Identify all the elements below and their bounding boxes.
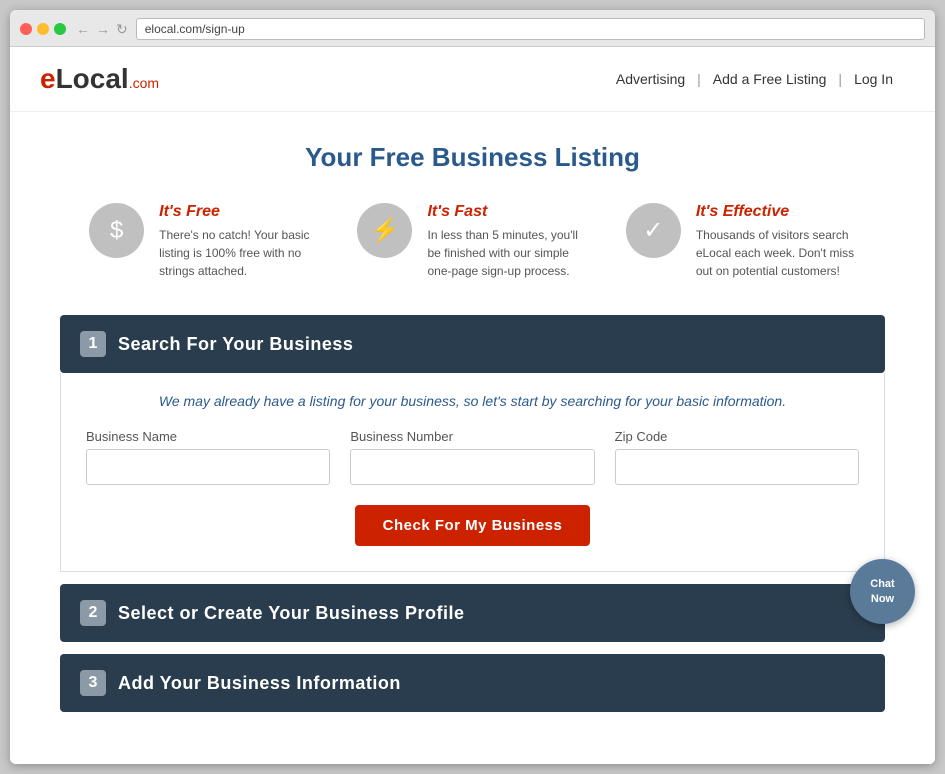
refresh-icon[interactable]: ↻: [116, 21, 128, 38]
site-nav: Advertising | Add a Free Listing | Log I…: [604, 71, 905, 87]
search-subtitle: We may already have a listing for your b…: [86, 393, 859, 409]
site-header: eLocal.com Advertising | Add a Free List…: [10, 47, 935, 112]
feature-fast-desc: In less than 5 minutes, you'll be finish…: [427, 226, 587, 280]
feature-fast-text: It's Fast In less than 5 minutes, you'll…: [427, 203, 587, 280]
feature-effective-text: It's Effective Thousands of visitors sea…: [696, 203, 856, 280]
step-1-header: 1 Search For Your Business: [60, 315, 885, 373]
browser-chrome: ← → ↻ elocal.com/sign-up: [10, 10, 935, 47]
feature-free-text: It's Free There's no catch! Your basic l…: [159, 203, 319, 280]
feature-free: $ It's Free There's no catch! Your basic…: [89, 203, 319, 280]
minimize-dot[interactable]: [37, 23, 49, 35]
step-2-number: 2: [80, 600, 106, 626]
features-row: $ It's Free There's no catch! Your basic…: [60, 203, 885, 280]
business-name-field: Business Name: [86, 429, 330, 485]
logo: eLocal.com: [40, 63, 159, 95]
step-3-title: Add Your Business Information: [118, 673, 401, 694]
page-title: Your Free Business Listing: [60, 142, 885, 173]
business-name-input[interactable]: [86, 449, 330, 485]
logo-e: e: [40, 63, 56, 94]
chat-now-label: ChatNow: [870, 577, 894, 606]
feature-effective-desc: Thousands of visitors search eLocal each…: [696, 226, 856, 280]
zip-code-input[interactable]: [615, 449, 859, 485]
main-content: Your Free Business Listing $ It's Free T…: [10, 112, 935, 764]
step-3-header: 3 Add Your Business Information: [60, 654, 885, 712]
business-number-field: Business Number: [350, 429, 594, 485]
add-listing-link[interactable]: Add a Free Listing: [701, 71, 839, 87]
advertising-link[interactable]: Advertising: [604, 71, 697, 87]
address-bar[interactable]: elocal.com/sign-up: [136, 18, 925, 40]
feature-free-title: It's Free: [159, 203, 319, 221]
zip-code-label: Zip Code: [615, 429, 859, 444]
check-for-my-business-button[interactable]: Check For My Business: [355, 505, 591, 546]
back-arrow-icon[interactable]: ←: [76, 21, 90, 37]
step-3-section: 3 Add Your Business Information: [60, 654, 885, 712]
feature-free-desc: There's no catch! Your basic listing is …: [159, 226, 319, 280]
checkmark-icon: ✓: [626, 203, 681, 258]
page-content: eLocal.com Advertising | Add a Free List…: [10, 47, 935, 764]
forward-arrow-icon[interactable]: →: [96, 21, 110, 37]
logo-com: .com: [129, 75, 159, 91]
feature-effective-title: It's Effective: [696, 203, 856, 221]
step-2-header: 2 Select or Create Your Business Profile: [60, 584, 885, 642]
step-2-title: Select or Create Your Business Profile: [118, 603, 464, 624]
search-form-area: We may already have a listing for your b…: [60, 373, 885, 572]
login-link[interactable]: Log In: [842, 71, 905, 87]
form-row: Business Name Business Number Zip Code: [86, 429, 859, 485]
step-1-number: 1: [80, 331, 106, 357]
step-2-section: 2 Select or Create Your Business Profile: [60, 584, 885, 642]
feature-effective: ✓ It's Effective Thousands of visitors s…: [626, 203, 856, 280]
business-name-label: Business Name: [86, 429, 330, 444]
lightning-icon: ⚡: [357, 203, 412, 258]
logo-local: Local: [56, 63, 129, 94]
dollar-icon: $: [89, 203, 144, 258]
step-3-number: 3: [80, 670, 106, 696]
check-btn-wrapper: Check For My Business: [86, 505, 859, 546]
step-1-section: 1 Search For Your Business We may alread…: [60, 315, 885, 572]
step-1-title: Search For Your Business: [118, 334, 353, 355]
maximize-dot[interactable]: [54, 23, 66, 35]
business-number-label: Business Number: [350, 429, 594, 444]
feature-fast-title: It's Fast: [427, 203, 587, 221]
feature-fast: ⚡ It's Fast In less than 5 minutes, you'…: [357, 203, 587, 280]
browser-window: ← → ↻ elocal.com/sign-up eLocal.com Adve…: [10, 10, 935, 764]
close-dot[interactable]: [20, 23, 32, 35]
chat-now-button[interactable]: ChatNow: [850, 559, 915, 624]
browser-dots: [20, 23, 66, 35]
business-number-input[interactable]: [350, 449, 594, 485]
browser-nav: ← → ↻: [76, 21, 128, 38]
zip-code-field: Zip Code: [615, 429, 859, 485]
